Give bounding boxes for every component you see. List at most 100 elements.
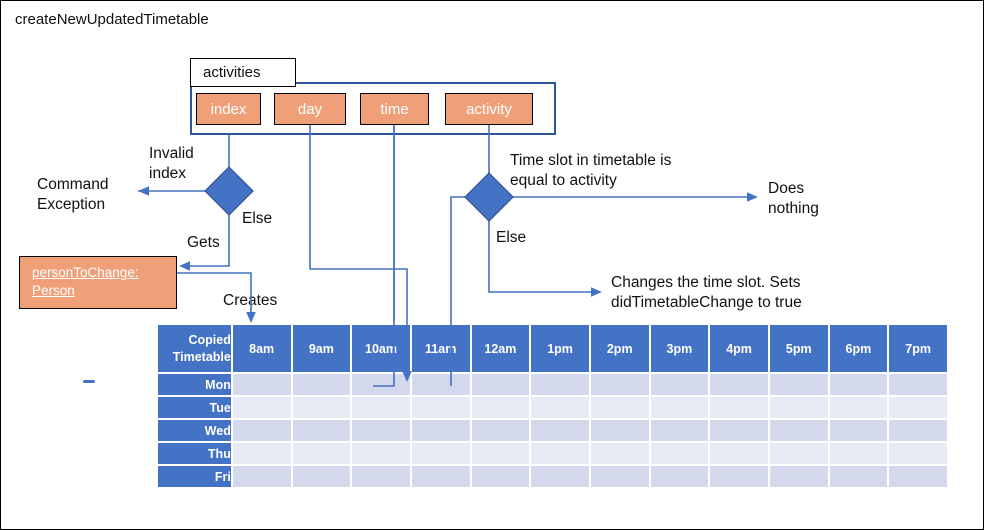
label-timeslot-condition: Time slot in timetable is equal to activ… — [510, 152, 672, 189]
person-object-line2: Person — [32, 283, 75, 298]
label-changes-timeslot: Changes the time slot. Sets didTimetable… — [611, 274, 802, 311]
timetable-cell[interactable] — [889, 466, 947, 487]
timetable-cell[interactable] — [650, 443, 709, 464]
timetable-cell[interactable] — [471, 374, 530, 395]
timetable-cell[interactable] — [889, 420, 947, 441]
arrowhead-changes — [591, 287, 602, 297]
timetable-row: Tue — [158, 397, 947, 418]
timetable-col-header: 10am — [352, 325, 410, 372]
timetable-cell[interactable] — [471, 466, 530, 487]
timetable-cell[interactable] — [531, 443, 589, 464]
timetable-cell[interactable] — [352, 420, 410, 441]
timetable-cell[interactable] — [590, 397, 649, 418]
timetable-cell[interactable] — [590, 420, 649, 441]
timetable-col-header: 1pm — [531, 325, 589, 372]
timetable-cell[interactable] — [232, 420, 291, 441]
timetable-cell[interactable] — [769, 374, 828, 395]
arrowhead-does-nothing — [747, 192, 758, 202]
timetable-cell[interactable] — [829, 420, 888, 441]
timetable-col-header: 3pm — [650, 325, 709, 372]
decision-diamond-timeslot — [464, 172, 514, 222]
timetable-cell[interactable] — [411, 374, 470, 395]
timetable-cell[interactable] — [710, 397, 768, 418]
activities-label-text: activities — [203, 64, 261, 81]
timetable-row-header: Tue — [158, 397, 231, 418]
timetable-cell[interactable] — [829, 374, 888, 395]
timetable-row-header: Mon — [158, 374, 231, 395]
field-label-activity: activity — [466, 100, 512, 118]
timetable-cell[interactable] — [829, 466, 888, 487]
label-gets: Gets — [187, 234, 220, 251]
timetable-row: Wed — [158, 420, 947, 441]
stray-mark — [83, 380, 95, 383]
timetable-cell[interactable] — [232, 397, 291, 418]
timetable-cell[interactable] — [531, 466, 589, 487]
timetable-table: Copied Timetable 8am 9am 10am 11am 12am 1pm 2pm 3… — [156, 323, 949, 489]
timetable-cell[interactable] — [292, 397, 351, 418]
timetable-cell[interactable] — [829, 443, 888, 464]
timetable-col-header: 2pm — [590, 325, 649, 372]
timetable-cell[interactable] — [411, 397, 470, 418]
timetable-col-header: 12am — [471, 325, 530, 372]
arrowhead-creates — [246, 312, 256, 323]
timetable-cell[interactable] — [650, 466, 709, 487]
person-object-line1: personToChange: — [32, 265, 139, 280]
timetable-cell[interactable] — [889, 443, 947, 464]
timetable-cell[interactable] — [650, 374, 709, 395]
timetable-cell[interactable] — [352, 466, 410, 487]
timetable-cell[interactable] — [769, 420, 828, 441]
timetable-cell[interactable] — [531, 374, 589, 395]
timetable-cell[interactable] — [352, 443, 410, 464]
timetable-cell[interactable] — [411, 466, 470, 487]
decision-diamond-index — [204, 166, 254, 216]
timetable-cell[interactable] — [292, 466, 351, 487]
timetable-cell[interactable] — [590, 443, 649, 464]
timetable-row: Fri — [158, 466, 947, 487]
timetable-cell[interactable] — [292, 420, 351, 441]
person-object-box: personToChange: Person — [19, 256, 177, 309]
timetable-cell[interactable] — [411, 443, 470, 464]
timetable-row: Mon — [158, 374, 947, 395]
timetable-col-header: 8am — [232, 325, 291, 372]
timetable-cell[interactable] — [232, 374, 291, 395]
field-box-index: index — [196, 93, 261, 125]
timetable-cell[interactable] — [232, 466, 291, 487]
field-label-time: time — [380, 100, 409, 118]
timetable-cell[interactable] — [471, 420, 530, 441]
label-invalid-index: Invalid index — [149, 145, 194, 182]
timetable-cell[interactable] — [352, 397, 410, 418]
timetable-corner-label: Copied Timetable — [158, 325, 231, 372]
timetable-cell[interactable] — [829, 397, 888, 418]
timetable-cell[interactable] — [471, 397, 530, 418]
timetable-cell[interactable] — [411, 420, 470, 441]
timetable-cell[interactable] — [531, 420, 589, 441]
timetable-cell[interactable] — [471, 443, 530, 464]
timetable-cell[interactable] — [531, 397, 589, 418]
timetable-col-header: 7pm — [889, 325, 947, 372]
timetable-row-header: Fri — [158, 466, 231, 487]
timetable-cell[interactable] — [232, 443, 291, 464]
timetable-cell[interactable] — [889, 374, 947, 395]
timetable-cell[interactable] — [710, 466, 768, 487]
timetable-cell[interactable] — [352, 374, 410, 395]
timetable-cell[interactable] — [650, 397, 709, 418]
timetable-cell[interactable] — [292, 374, 351, 395]
label-creates: Creates — [223, 292, 278, 309]
timetable-cell[interactable] — [590, 374, 649, 395]
timetable-cell[interactable] — [650, 420, 709, 441]
timetable-cell[interactable] — [590, 466, 649, 487]
activities-tab-label: activities — [190, 58, 296, 87]
field-box-activity: activity — [445, 93, 533, 125]
timetable-col-header: 6pm — [829, 325, 888, 372]
timetable-col-header: 11am — [411, 325, 470, 372]
timetable-cell[interactable] — [769, 397, 828, 418]
timetable-cell[interactable] — [710, 443, 768, 464]
timetable-cell[interactable] — [769, 443, 828, 464]
timetable-row: Thu — [158, 443, 947, 464]
timetable-cell[interactable] — [710, 420, 768, 441]
timetable-cell[interactable] — [292, 443, 351, 464]
timetable-row-header: Thu — [158, 443, 231, 464]
timetable-cell[interactable] — [710, 374, 768, 395]
timetable-cell[interactable] — [889, 397, 947, 418]
timetable-cell[interactable] — [769, 466, 828, 487]
